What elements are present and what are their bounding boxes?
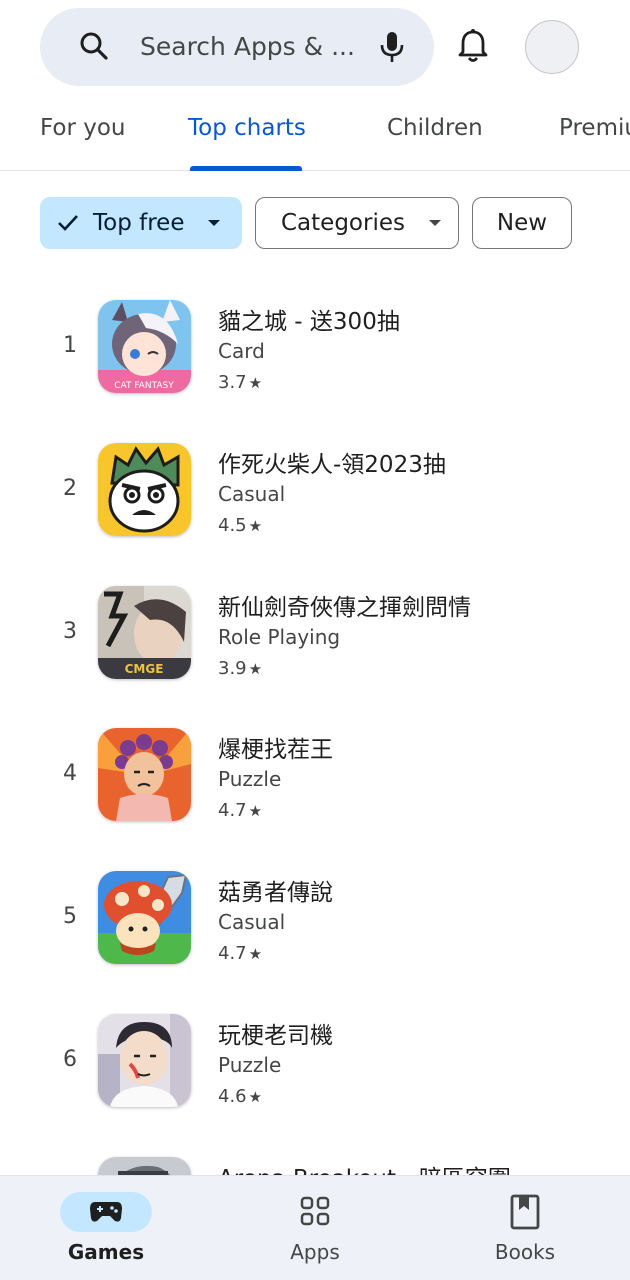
- rank-number: 6: [63, 1047, 77, 1072]
- app-rating: 3.7 ★: [218, 372, 263, 393]
- play-store-top-charts: Search Apps & ... For you Top charts Chi…: [0, 0, 630, 1280]
- rank-number: 5: [63, 904, 77, 929]
- bottom-navigation: Games Apps Books: [0, 1175, 630, 1280]
- star-icon: ★: [248, 945, 263, 963]
- app-rating: 3.9 ★: [218, 658, 263, 679]
- app-rating: 4.7 ★: [218, 943, 263, 964]
- app-category: Puzzle: [218, 1053, 282, 1077]
- apps-grid-icon: [300, 1196, 330, 1226]
- rank-number: 1: [63, 333, 77, 358]
- new-label: New: [496, 210, 548, 236]
- app-title: 貓之城 - 送300抽: [218, 309, 400, 335]
- tab-premium[interactable]: Premiu: [559, 96, 630, 160]
- app-title: 爆梗找茬王: [218, 737, 333, 763]
- app-title: 玩梗老司機: [218, 1023, 333, 1049]
- svg-text:CMGE: CMGE: [125, 662, 164, 676]
- app-title: 新仙劍奇俠傳之揮劍問情: [218, 595, 471, 621]
- list-item[interactable]: 4 爆梗找茬王 Puzzle 4.7 ★: [0, 724, 630, 844]
- app-rating: 4.6 ★: [218, 1086, 263, 1107]
- tab-for-you[interactable]: For you: [40, 96, 126, 160]
- top-free-chip[interactable]: Top free: [40, 197, 242, 249]
- app-category: Card: [218, 339, 265, 363]
- new-chip[interactable]: New: [472, 197, 572, 249]
- list-item[interactable]: 2 作死火柴人-領2023抽 Casual 4.5 ★: [0, 439, 630, 559]
- list-item[interactable]: 5 菇勇者傳說 Casual 4.7 ★: [0, 867, 630, 987]
- meme-driver-icon: [98, 1014, 191, 1107]
- top-free-label: Top free: [93, 210, 185, 236]
- categories-chip[interactable]: Categories: [255, 197, 459, 249]
- check-icon: [58, 215, 78, 231]
- mushroom-hero-icon: [98, 871, 191, 964]
- search-icon: [80, 32, 108, 60]
- rank-number: 3: [63, 619, 77, 644]
- star-icon: ★: [248, 517, 263, 535]
- star-icon: ★: [248, 802, 263, 820]
- list-item[interactable]: 3 CMGE 新仙劍奇俠傳之揮劍問情 Role Playing 3.9 ★: [0, 582, 630, 702]
- star-icon: ★: [248, 374, 263, 392]
- app-category: Casual: [218, 482, 286, 506]
- app-rating: 4.7 ★: [218, 800, 263, 821]
- app-category: Puzzle: [218, 767, 282, 791]
- tab-children[interactable]: Children: [387, 96, 483, 160]
- search-bar[interactable]: Search Apps & ...: [40, 8, 434, 86]
- app-title: 作死火柴人-領2023抽: [218, 452, 446, 478]
- list-item[interactable]: 6 玩梗老司機 Puzzle 4.6 ★: [0, 1010, 630, 1130]
- nav-label: Apps: [290, 1240, 340, 1264]
- app-category: Casual: [218, 910, 286, 934]
- cat-city-icon: CAT FANTASY: [98, 300, 191, 393]
- rank-number: 4: [63, 761, 77, 786]
- app-title: 菇勇者傳說: [218, 880, 333, 906]
- stickman-icon: [98, 443, 191, 536]
- tab-top-charts[interactable]: Top charts: [188, 96, 306, 160]
- account-avatar[interactable]: [525, 20, 579, 74]
- microphone-icon[interactable]: [376, 30, 408, 64]
- search-input[interactable]: Search Apps & ...: [140, 8, 370, 86]
- active-tab-indicator: [190, 166, 302, 171]
- star-icon: ★: [248, 1088, 263, 1106]
- svg-text:CAT FANTASY: CAT FANTASY: [114, 381, 174, 391]
- dropdown-arrow-icon: [208, 220, 221, 226]
- meme-spot-icon: [98, 728, 191, 821]
- rank-number: 2: [63, 476, 77, 501]
- nav-apps[interactable]: Apps: [235, 1176, 395, 1280]
- sword-fairy-icon: CMGE: [98, 586, 191, 679]
- nav-label: Books: [494, 1240, 556, 1264]
- category-tabs: For you Top charts Children Premiu: [0, 96, 630, 171]
- nav-label: Games: [67, 1240, 145, 1264]
- nav-books[interactable]: Books: [445, 1176, 605, 1280]
- gamepad-icon: [90, 1202, 122, 1222]
- notifications-bell-icon[interactable]: [456, 28, 490, 64]
- bookmark-book-icon: [510, 1194, 540, 1230]
- list-item[interactable]: 1 CAT FANTASY 貓之城 - 送300抽 Card 3.7 ★: [0, 296, 630, 416]
- app-rating: 4.5 ★: [218, 515, 263, 536]
- categories-label: Categories: [281, 210, 405, 236]
- nav-games[interactable]: Games: [40, 1176, 172, 1280]
- star-icon: ★: [248, 660, 263, 678]
- dropdown-arrow-icon: [428, 220, 441, 226]
- app-category: Role Playing: [218, 625, 341, 649]
